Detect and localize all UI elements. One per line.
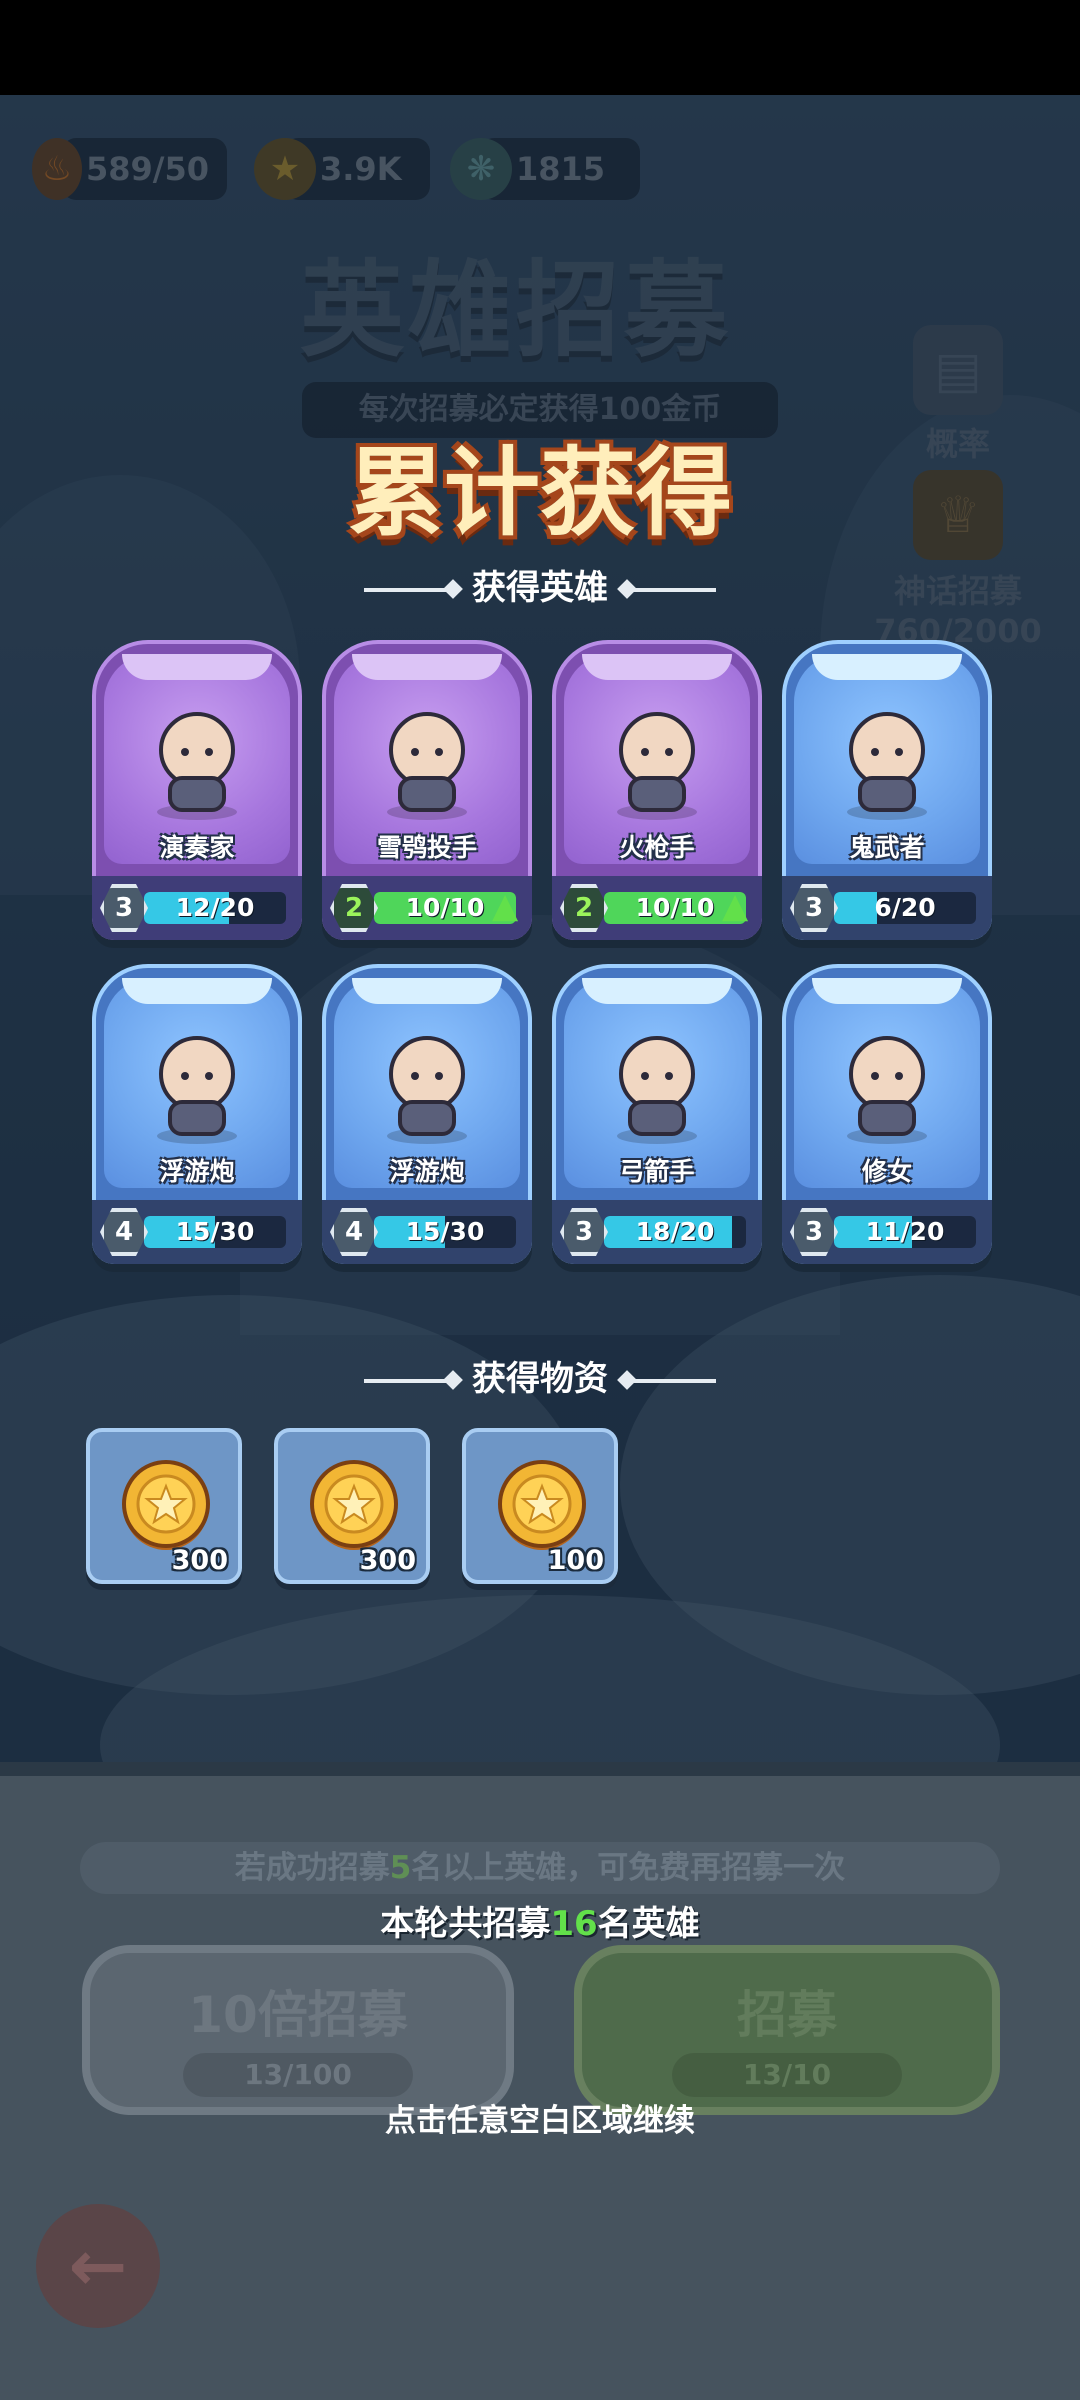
hero-shard-progress: 6/20: [834, 892, 976, 924]
hero-shard-count: 15/30: [175, 1217, 255, 1246]
recruit-cost: 13/10: [672, 2053, 902, 2097]
gold-coin-icon: [496, 1460, 588, 1552]
reward-quantity: 300: [171, 1545, 228, 1576]
back-arrow-icon: ←: [68, 2225, 128, 2307]
hero-name: 浮游炮: [389, 1157, 465, 1186]
hero-shard-count: 18/20: [635, 1217, 715, 1246]
recruit-label: 招募: [737, 1986, 837, 2044]
back-button[interactable]: ←: [36, 2204, 160, 2328]
hero-shard-count: 11/20: [865, 1217, 945, 1246]
hero-portrait: [370, 700, 484, 820]
gold-coin-icon: [308, 1460, 400, 1552]
ten-recruit-label: 10倍招募: [188, 1986, 408, 2044]
status-bar: [0, 0, 1080, 95]
gold-coin-icon: [120, 1460, 212, 1552]
hero-shard-progress: 18/20: [604, 1216, 746, 1248]
ten-recruit-button[interactable]: 10倍招募 13/100: [82, 1945, 514, 2115]
free-recruit-hint: 若成功招募5名以上英雄，可免费再招募一次: [80, 1842, 1000, 1894]
hero-shard-count: 15/30: [405, 1217, 485, 1246]
hero-card[interactable]: 火枪手 10/10 2 ▲: [552, 640, 762, 940]
hero-shard-progress: 15/30: [144, 1216, 286, 1248]
continue-hint[interactable]: 点击任意空白区域继续: [0, 2095, 1080, 2140]
items-section-header: 获得物资: [0, 1351, 1080, 1400]
hero-card[interactable]: 演奏家 12/20 3: [92, 640, 302, 940]
heroes-section-header: 获得英雄: [0, 560, 1080, 609]
hero-name: 浮游炮: [159, 1157, 235, 1186]
ten-recruit-cost: 13/100: [183, 2053, 413, 2097]
hero-shard-count: 12/20: [175, 893, 255, 922]
recruit-button[interactable]: 招募 13/10: [574, 1945, 1000, 2115]
hero-name: 演奏家: [159, 833, 235, 862]
hero-name: 雪鸮投手: [376, 833, 477, 862]
hero-portrait: [370, 1024, 484, 1144]
hero-portrait: [600, 700, 714, 820]
hero-shard-progress: 12/20: [144, 892, 286, 924]
reward-quantity: 100: [547, 1545, 604, 1576]
reward-item[interactable]: 300: [274, 1428, 430, 1584]
hero-portrait: [140, 700, 254, 820]
recruit-result-text: 本轮共招募16名英雄: [380, 1904, 700, 1944]
hero-card[interactable]: 弓箭手 18/20 3: [552, 964, 762, 1264]
hero-shard-count: 6/20: [874, 893, 936, 922]
hero-name: 鬼武者: [849, 833, 925, 862]
reward-item[interactable]: 300: [86, 1428, 242, 1584]
hero-portrait: [830, 1024, 944, 1144]
hero-portrait: [140, 1024, 254, 1144]
hero-name: 弓箭手: [619, 1157, 695, 1186]
hero-card[interactable]: 浮游炮 15/30 4: [322, 964, 532, 1264]
hero-name: 火枪手: [619, 833, 695, 862]
popup-title: 累计获得: [348, 437, 732, 549]
hero-card[interactable]: 浮游炮 15/30 4: [92, 964, 302, 1264]
hero-card[interactable]: 修女 11/20 3: [782, 964, 992, 1264]
hero-shard-progress: 11/20: [834, 1216, 976, 1248]
reward-quantity: 300: [359, 1545, 416, 1576]
hero-name: 修女: [861, 1157, 912, 1186]
hero-card[interactable]: 鬼武者 6/20 3: [782, 640, 992, 940]
hero-portrait: [600, 1024, 714, 1144]
upgrade-arrow-icon: ▲: [722, 886, 749, 926]
upgrade-arrow-icon: ▲: [492, 886, 519, 926]
hero-portrait: [830, 700, 944, 820]
hero-card[interactable]: 雪鸮投手 10/10 2 ▲: [322, 640, 532, 940]
hero-shard-progress: 15/30: [374, 1216, 516, 1248]
reward-item[interactable]: 100: [462, 1428, 618, 1584]
